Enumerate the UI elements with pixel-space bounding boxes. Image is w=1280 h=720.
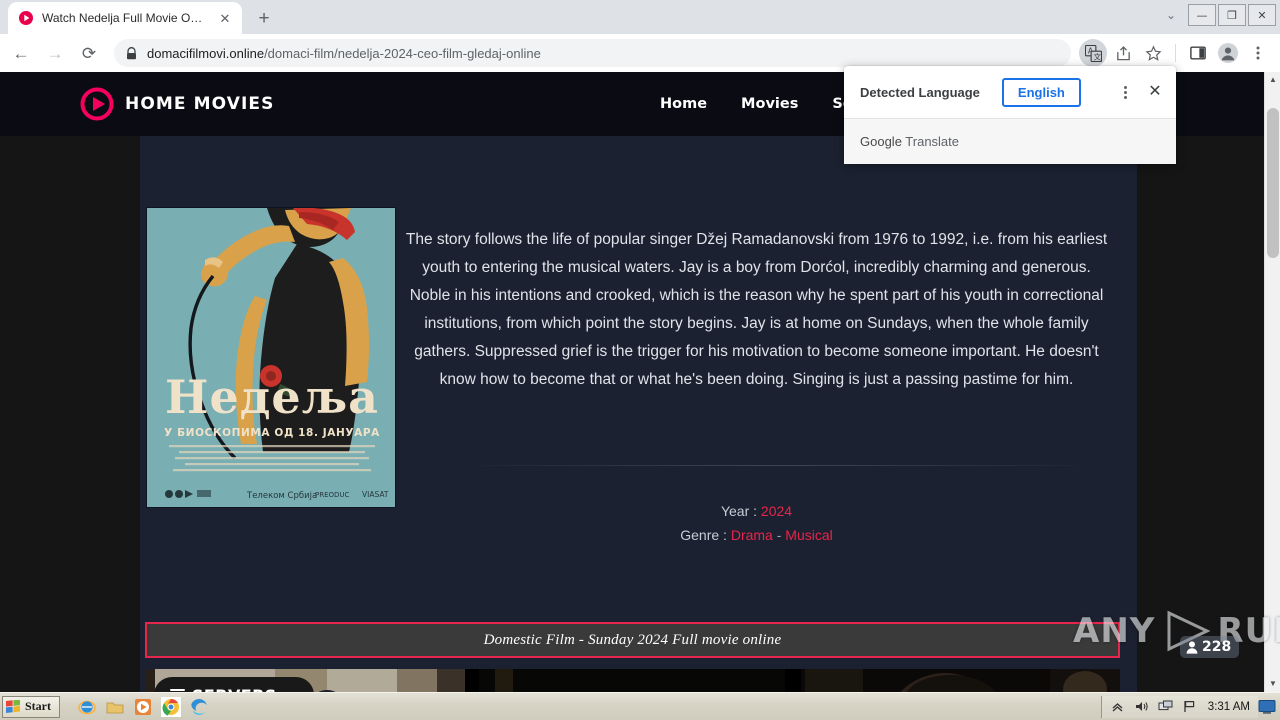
svg-text:文: 文: [1093, 51, 1101, 61]
page-scrollbar[interactable]: ▲ ▼: [1264, 72, 1280, 692]
translate-popup: Detected Language English ✕ Google Trans…: [844, 66, 1176, 164]
translate-popup-header: Detected Language English ✕: [844, 66, 1176, 118]
movie-content-panel: Недеља У БИОСКОПИМА ОД 18. ЈАНУАРА Телек…: [140, 136, 1137, 692]
forward-icon[interactable]: →: [40, 38, 70, 68]
nav-item-home[interactable]: Home: [660, 96, 707, 112]
svg-text:VIASAT: VIASAT: [362, 490, 389, 499]
movie-synopsis: The story follows the life of popular si…: [405, 231, 1108, 388]
svg-text:Недеља: Недеља: [165, 370, 379, 424]
genre-musical-link[interactable]: Musical: [785, 527, 832, 543]
chrome-icon[interactable]: [161, 696, 181, 717]
movie-meta: Year : 2024 Genre : Drama - Musical: [402, 499, 1111, 547]
browser-window: Watch Nedelja Full Movie Online ✕ + ⌄ — …: [0, 0, 1280, 720]
caret-down-icon: [283, 691, 296, 692]
start-button-label: Start: [25, 699, 51, 713]
close-icon[interactable]: ✕: [216, 9, 234, 27]
windows-flag-icon: [6, 699, 20, 713]
browser-tab[interactable]: Watch Nedelja Full Movie Online ✕: [8, 2, 242, 34]
close-button[interactable]: ✕: [1248, 4, 1276, 26]
hamburger-icon: [170, 689, 185, 692]
svg-text:У БИОСКОПИМА ОД 18. ЈАНУАРА: У БИОСКОПИМА ОД 18. ЈАНУАРА: [164, 427, 380, 439]
translate-product: Translate: [901, 134, 960, 149]
system-tray: 3:31 AM: [1100, 695, 1258, 718]
meta-genre-row: Genre : Drama - Musical: [402, 523, 1111, 547]
title-bar: Watch Nedelja Full Movie Online ✕ + ⌄ — …: [0, 0, 1280, 34]
address-bar[interactable]: domacifilmovi.online/domaci-film/nedelja…: [114, 39, 1071, 67]
window-controls: ⌄ — ❐ ✕: [1156, 2, 1276, 28]
page-viewport: HOME MOVIES Home Movies Series: [0, 72, 1280, 692]
folder-icon[interactable]: [106, 698, 124, 716]
genre-drama-link[interactable]: Drama: [731, 527, 773, 543]
target-language-tab[interactable]: English: [1001, 77, 1081, 107]
servers-button-label: SERVERS: [192, 686, 277, 693]
detected-language-tab[interactable]: Detected Language: [860, 85, 980, 100]
quick-launch-bar: [78, 696, 208, 717]
start-button[interactable]: Start: [2, 695, 60, 718]
genre-separator: -: [776, 527, 782, 543]
meta-year-row: Year : 2024: [402, 499, 1111, 523]
play-circle-favicon: [19, 11, 33, 25]
minimize-button[interactable]: —: [1188, 4, 1216, 26]
movie-title-banner-text: Domestic Film - Sunday 2024 Full movie o…: [483, 631, 782, 648]
site-brand[interactable]: HOME MOVIES: [80, 87, 274, 121]
scroll-up-icon[interactable]: ▲: [1265, 72, 1280, 88]
movie-title-banner: Domestic Film - Sunday 2024 Full movie o…: [145, 622, 1120, 658]
bookmark-star-icon[interactable]: [1139, 39, 1167, 67]
new-tab-button[interactable]: +: [250, 4, 278, 32]
section-divider: [482, 465, 1075, 466]
url-host: domacifilmovi.online: [147, 45, 265, 61]
flag-icon[interactable]: [1182, 699, 1197, 714]
url-path: /domaci-film/nedelja-2024-ceo-film-gleda…: [264, 45, 541, 61]
google-brand: Google: [860, 134, 902, 149]
volume-icon[interactable]: [1134, 699, 1149, 714]
translate-popup-footer: Google Translate: [844, 118, 1176, 164]
side-panel-icon[interactable]: [1184, 39, 1212, 67]
kebab-menu-icon[interactable]: [1112, 79, 1138, 105]
svg-text:PREОDUC: PREОDUC: [315, 491, 350, 499]
close-icon[interactable]: ✕: [1142, 79, 1168, 105]
taskbar: Start 3:31 AM: [0, 692, 1280, 720]
google-translate-label: Google Translate: [860, 134, 959, 149]
year-label: Year :: [720, 503, 758, 519]
scrollbar-thumb[interactable]: [1267, 108, 1279, 258]
genre-label: Genre :: [680, 527, 727, 543]
network-icon[interactable]: [1158, 699, 1173, 714]
toolbar-divider: [1175, 44, 1176, 62]
site-brand-name: HOME MOVIES: [125, 94, 275, 114]
back-icon[interactable]: ←: [6, 38, 36, 68]
person-icon: [1186, 640, 1198, 654]
viewer-count-badge: 228: [1180, 636, 1240, 658]
nav-item-movies[interactable]: Movies: [741, 96, 798, 112]
internet-explorer-icon[interactable]: [78, 698, 96, 716]
tab-title: Watch Nedelja Full Movie Online: [42, 11, 208, 25]
svg-text:Телеком Србија: Телеком Србија: [246, 491, 317, 501]
toolbar-icons: A 文: [1079, 39, 1274, 67]
restore-button[interactable]: ❐: [1218, 4, 1246, 26]
play-circle-logo: [80, 87, 114, 121]
media-player-icon[interactable]: [134, 698, 152, 716]
show-desktop-icon[interactable]: [1258, 699, 1276, 715]
year-value[interactable]: 2024: [761, 503, 792, 519]
viewer-count-value: 228: [1202, 639, 1232, 655]
edge-icon[interactable]: [190, 698, 208, 716]
profile-avatar-icon[interactable]: [1214, 39, 1242, 67]
servers-button[interactable]: SERVERS: [154, 677, 314, 692]
lock-icon: [127, 46, 136, 59]
movie-poster: Недеља У БИОСКОПИМА ОД 18. ЈАНУАРА Телек…: [146, 207, 396, 508]
url-text: domacifilmovi.online/domaci-film/nedelja…: [147, 46, 541, 61]
chrome-menu-icon[interactable]: [1244, 39, 1272, 67]
share-icon[interactable]: [1109, 39, 1137, 67]
reload-icon[interactable]: ⟳: [74, 38, 104, 68]
show-hidden-icons[interactable]: [1110, 699, 1125, 714]
taskbar-clock[interactable]: 3:31 AM: [1206, 701, 1252, 713]
chevron-down-icon[interactable]: ⌄: [1156, 2, 1186, 28]
translate-icon[interactable]: A 文: [1079, 39, 1107, 67]
tab-strip: Watch Nedelja Full Movie Online ✕ +: [0, 0, 278, 34]
poster-artwork: Недеља У БИОСКОПИМА ОД 18. ЈАНУАРА Телек…: [147, 208, 395, 507]
scroll-down-icon[interactable]: ▼: [1265, 676, 1280, 692]
